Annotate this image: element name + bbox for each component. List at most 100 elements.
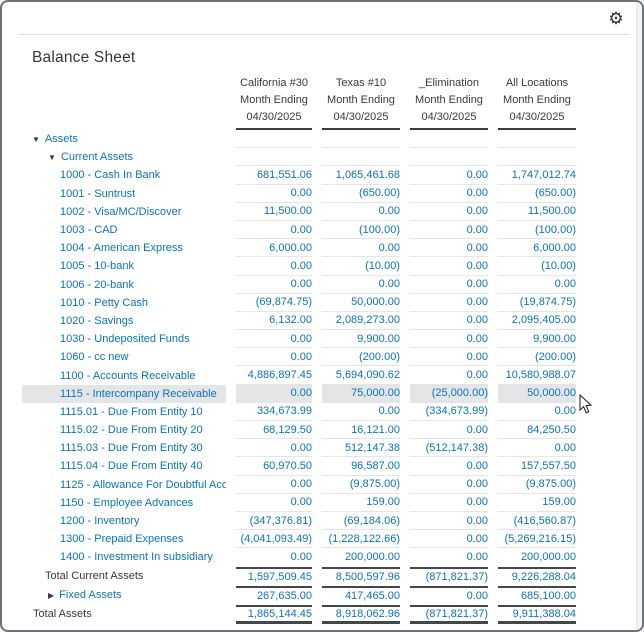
group-row-label[interactable]: ▼Assets — [22, 130, 226, 148]
group-row-label[interactable]: ▼Current Assets — [22, 148, 226, 166]
value-cell-col1[interactable]: 681,551.06 — [236, 166, 312, 184]
value-cell-col4[interactable]: (19,874.75) — [498, 294, 576, 312]
value-cell-col2[interactable]: 8,918,062.96 — [322, 605, 400, 624]
settings-gear-button[interactable]: ⚙ — [604, 7, 628, 31]
table-row-label[interactable]: 1005 - 10-bank — [22, 257, 226, 275]
value-cell-col1[interactable]: 6,000.00 — [236, 239, 312, 257]
table-row-label[interactable]: 1115 - Intercompany Receivable — [22, 385, 226, 403]
value-cell-col2[interactable]: 9,900.00 — [322, 330, 400, 348]
value-cell-col3[interactable]: 0.00 — [410, 530, 488, 548]
value-cell-col3[interactable]: 0.00 — [410, 312, 488, 330]
value-cell-col1[interactable]: (69,874.75) — [236, 294, 312, 312]
value-cell-col2[interactable]: (10.00) — [322, 257, 400, 275]
value-cell-col1[interactable]: 0.00 — [236, 439, 312, 457]
table-row-label[interactable]: 1000 - Cash In Bank — [22, 166, 226, 184]
value-cell-col2[interactable]: (100.00) — [322, 221, 400, 239]
value-cell-col2[interactable]: 5,694,090.62 — [322, 366, 400, 384]
value-cell-col1[interactable]: 0.00 — [236, 221, 312, 239]
value-cell-col3[interactable]: 0.00 — [410, 203, 488, 221]
value-cell-col1[interactable]: 1,865,144.45 — [236, 605, 312, 624]
value-cell-col4[interactable]: (9,875.00) — [498, 476, 576, 494]
value-cell-col3[interactable]: 0.00 — [410, 421, 488, 439]
value-cell-col2[interactable]: 75,000.00 — [322, 385, 400, 403]
value-cell-col2[interactable]: 16,121.00 — [322, 421, 400, 439]
value-cell-col3[interactable]: 0.00 — [410, 548, 488, 566]
table-row-label[interactable]: 1003 - CAD — [22, 221, 226, 239]
value-cell-col4[interactable]: (100.00) — [498, 221, 576, 239]
table-row-label[interactable]: 1030 - Undeposited Funds — [22, 330, 226, 348]
value-cell-col2[interactable]: (200.00) — [322, 348, 400, 366]
value-cell-col2[interactable]: 2,089,273.00 — [322, 312, 400, 330]
triangle-down-icon[interactable]: ▼ — [32, 135, 40, 144]
table-row-label[interactable]: 1060 - cc new — [22, 348, 226, 366]
value-cell-col4[interactable]: 159.00 — [498, 494, 576, 512]
table-row-label[interactable]: 1150 - Employee Advances — [22, 494, 226, 512]
value-cell-col4[interactable]: (416,560.87) — [498, 512, 576, 530]
value-cell-col1[interactable]: 267,635.00 — [236, 586, 312, 605]
value-cell-col4[interactable]: (650.00) — [498, 185, 576, 203]
value-cell-col3[interactable]: 0.00 — [410, 239, 488, 257]
table-row-label[interactable]: 1400 - Investment In subsidiary — [22, 548, 226, 566]
value-cell-col1[interactable]: 0.00 — [236, 476, 312, 494]
value-cell-col1[interactable]: 6,132.00 — [236, 312, 312, 330]
value-cell-col3[interactable]: (871,821.37) — [410, 567, 488, 586]
value-cell-col3[interactable]: 0.00 — [410, 348, 488, 366]
value-cell-col1[interactable]: 4,886,897.45 — [236, 366, 312, 384]
table-row-label[interactable]: 1004 - American Express — [22, 239, 226, 257]
value-cell-col2[interactable]: 200,000.00 — [322, 548, 400, 566]
value-cell-col2[interactable]: (1,228,122.66) — [322, 530, 400, 548]
table-row-label[interactable]: 1001 - Suntrust — [22, 185, 226, 203]
value-cell-col3[interactable]: (25,000.00) — [410, 385, 488, 403]
table-row-label[interactable]: 1115.04 - Due From Entity 40 — [22, 457, 226, 475]
value-cell-col3[interactable]: (512,147.38) — [410, 439, 488, 457]
triangle-down-icon[interactable]: ▼ — [48, 153, 56, 162]
value-cell-col3[interactable]: 0.00 — [410, 221, 488, 239]
value-cell-col2[interactable]: (69,184.06) — [322, 512, 400, 530]
value-cell-col2[interactable]: 0.00 — [322, 276, 400, 294]
value-cell-col2[interactable]: 0.00 — [322, 239, 400, 257]
value-cell-col2[interactable]: 96,587.00 — [322, 457, 400, 475]
value-cell-col3[interactable]: 0.00 — [410, 586, 488, 605]
value-cell-col1[interactable]: 0.00 — [236, 330, 312, 348]
table-row-label[interactable]: 1100 - Accounts Receivable — [22, 366, 226, 384]
table-row-label[interactable]: 1115.03 - Due From Entity 30 — [22, 439, 226, 457]
value-cell-col4[interactable]: (200.00) — [498, 348, 576, 366]
value-cell-col4[interactable]: 9,900.00 — [498, 330, 576, 348]
value-cell-col1[interactable]: 0.00 — [236, 276, 312, 294]
value-cell-col3[interactable]: 0.00 — [410, 512, 488, 530]
table-row-label[interactable]: 1300 - Prepaid Expenses — [22, 530, 226, 548]
value-cell-col3[interactable]: 0.00 — [410, 276, 488, 294]
value-cell-col2[interactable]: (9,875.00) — [322, 476, 400, 494]
value-cell-col4[interactable]: 10,580,988.07 — [498, 366, 576, 384]
value-cell-col2[interactable]: 512,147.38 — [322, 439, 400, 457]
table-row-label[interactable]: 1115.02 - Due From Entity 20 — [22, 421, 226, 439]
value-cell-col1[interactable]: 334,673.99 — [236, 403, 312, 421]
value-cell-col1[interactable]: 60,970.50 — [236, 457, 312, 475]
value-cell-col2[interactable]: 0.00 — [322, 403, 400, 421]
table-row-label[interactable]: 1200 - Inventory — [22, 512, 226, 530]
value-cell-col3[interactable]: (334,673.99) — [410, 403, 488, 421]
value-cell-col3[interactable]: 0.00 — [410, 330, 488, 348]
value-cell-col3[interactable]: 0.00 — [410, 166, 488, 184]
value-cell-col4[interactable]: 2,095,405.00 — [498, 312, 576, 330]
value-cell-col3[interactable]: (871,821.37) — [410, 605, 488, 624]
value-cell-col4[interactable]: 9,911,388.04 — [498, 605, 576, 624]
value-cell-col1[interactable]: 0.00 — [236, 385, 312, 403]
value-cell-col2[interactable]: 0.00 — [322, 203, 400, 221]
table-row-label[interactable]: 1020 - Savings — [22, 312, 226, 330]
value-cell-col3[interactable]: 0.00 — [410, 366, 488, 384]
value-cell-col1[interactable]: 11,500.00 — [236, 203, 312, 221]
value-cell-col4[interactable]: 11,500.00 — [498, 203, 576, 221]
group-row-label[interactable]: ▶Fixed Assets — [22, 586, 226, 605]
value-cell-col3[interactable]: 0.00 — [410, 257, 488, 275]
value-cell-col3[interactable]: 0.00 — [410, 494, 488, 512]
table-row-label[interactable]: 1125 - Allowance For Doubtful Accounts — [22, 476, 226, 494]
value-cell-col3[interactable]: 0.00 — [410, 476, 488, 494]
value-cell-col2[interactable]: (650.00) — [322, 185, 400, 203]
table-row-label[interactable]: 1006 - 20-bank — [22, 276, 226, 294]
value-cell-col4[interactable]: 0.00 — [498, 403, 576, 421]
value-cell-col4[interactable]: (10.00) — [498, 257, 576, 275]
value-cell-col2[interactable]: 8,500,597.96 — [322, 567, 400, 586]
value-cell-col4[interactable]: (5,269,216.15) — [498, 530, 576, 548]
value-cell-col1[interactable]: 68,129.50 — [236, 421, 312, 439]
